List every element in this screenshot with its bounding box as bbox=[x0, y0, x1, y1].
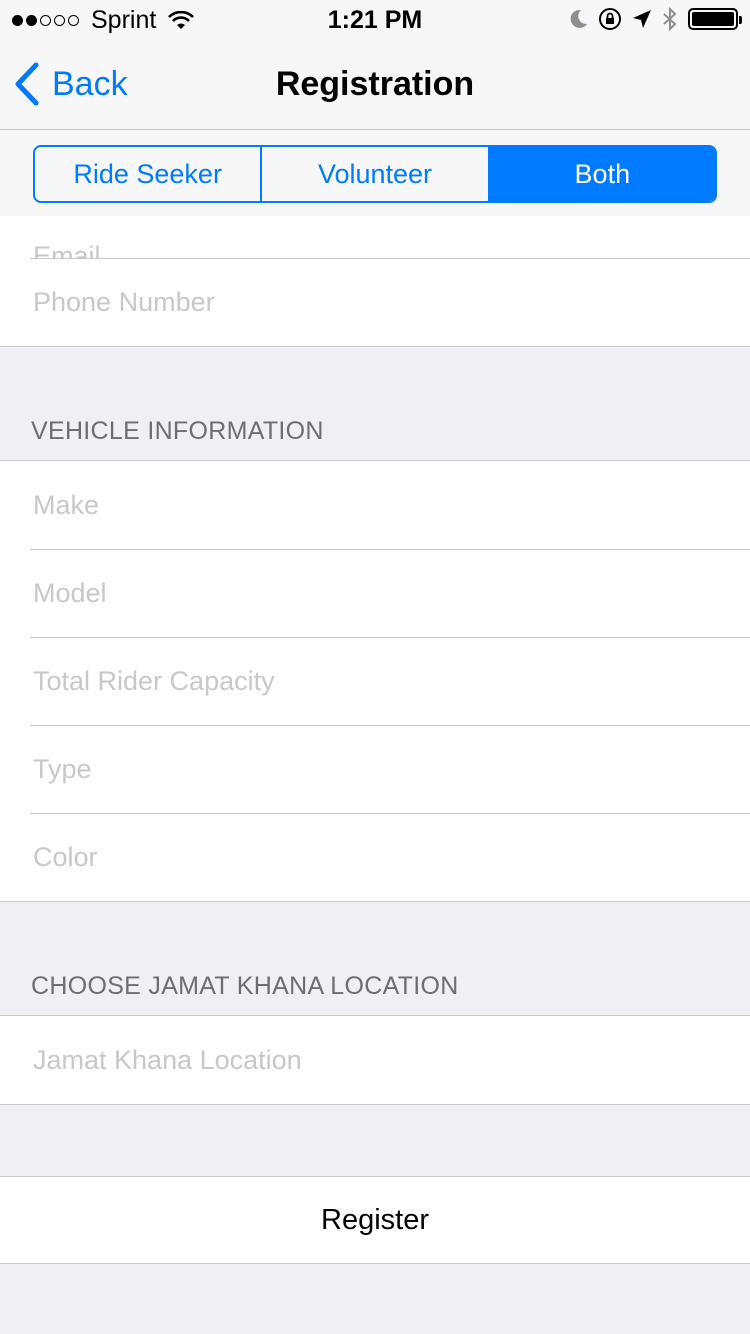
color-field[interactable]: Color bbox=[0, 813, 750, 901]
email-placeholder: Email bbox=[33, 241, 101, 258]
segment-volunteer[interactable]: Volunteer bbox=[262, 147, 490, 201]
location-arrow-icon bbox=[633, 10, 651, 28]
registration-screen: Sprint 1:21 PM Back Registration Ride Se… bbox=[0, 0, 750, 1334]
segment-ride-seeker[interactable]: Ride Seeker bbox=[35, 147, 263, 201]
segment-bar: Ride Seeker Volunteer Both bbox=[0, 129, 750, 216]
jamat-khana-location-placeholder: Jamat Khana Location bbox=[33, 1044, 302, 1075]
total-rider-capacity-placeholder: Total Rider Capacity bbox=[33, 665, 275, 696]
total-rider-capacity-field[interactable]: Total Rider Capacity bbox=[0, 637, 750, 725]
moon-icon bbox=[570, 9, 587, 28]
location-section-header: CHOOSE JAMAT KHANA LOCATION bbox=[31, 972, 459, 1000]
email-field[interactable]: Email bbox=[0, 216, 750, 258]
color-placeholder: Color bbox=[33, 841, 98, 872]
battery-icon bbox=[688, 8, 742, 30]
page-title: Registration bbox=[275, 65, 475, 103]
status-right bbox=[568, 7, 742, 31]
segment-both[interactable]: Both bbox=[489, 147, 715, 201]
rotation-lock-icon bbox=[599, 8, 621, 30]
model-field[interactable]: Model bbox=[0, 549, 750, 637]
model-placeholder: Model bbox=[33, 577, 107, 608]
vehicle-group: Make Model Total Rider Capacity Type Col… bbox=[0, 460, 750, 902]
role-segmented-control: Ride Seeker Volunteer Both bbox=[33, 145, 717, 203]
form-content: Email Phone Number VEHICLE INFORMATION M… bbox=[0, 216, 750, 1334]
register-group: Register bbox=[0, 1176, 750, 1264]
contact-group: Email Phone Number bbox=[0, 216, 750, 347]
register-button[interactable]: Register bbox=[0, 1177, 750, 1263]
type-placeholder: Type bbox=[33, 753, 92, 784]
location-group: Jamat Khana Location bbox=[0, 1015, 750, 1105]
type-field[interactable]: Type bbox=[0, 725, 750, 813]
make-placeholder: Make bbox=[33, 489, 100, 520]
bluetooth-icon bbox=[663, 7, 677, 31]
phone-number-placeholder: Phone Number bbox=[33, 286, 215, 317]
jamat-khana-location-field[interactable]: Jamat Khana Location bbox=[0, 1016, 750, 1104]
make-field[interactable]: Make bbox=[0, 461, 750, 549]
status-bar: Sprint 1:21 PM bbox=[0, 0, 750, 40]
phone-number-field[interactable]: Phone Number bbox=[0, 258, 750, 346]
vehicle-section-header: VEHICLE INFORMATION bbox=[31, 417, 324, 445]
navigation-bar: Back Registration bbox=[0, 40, 750, 129]
